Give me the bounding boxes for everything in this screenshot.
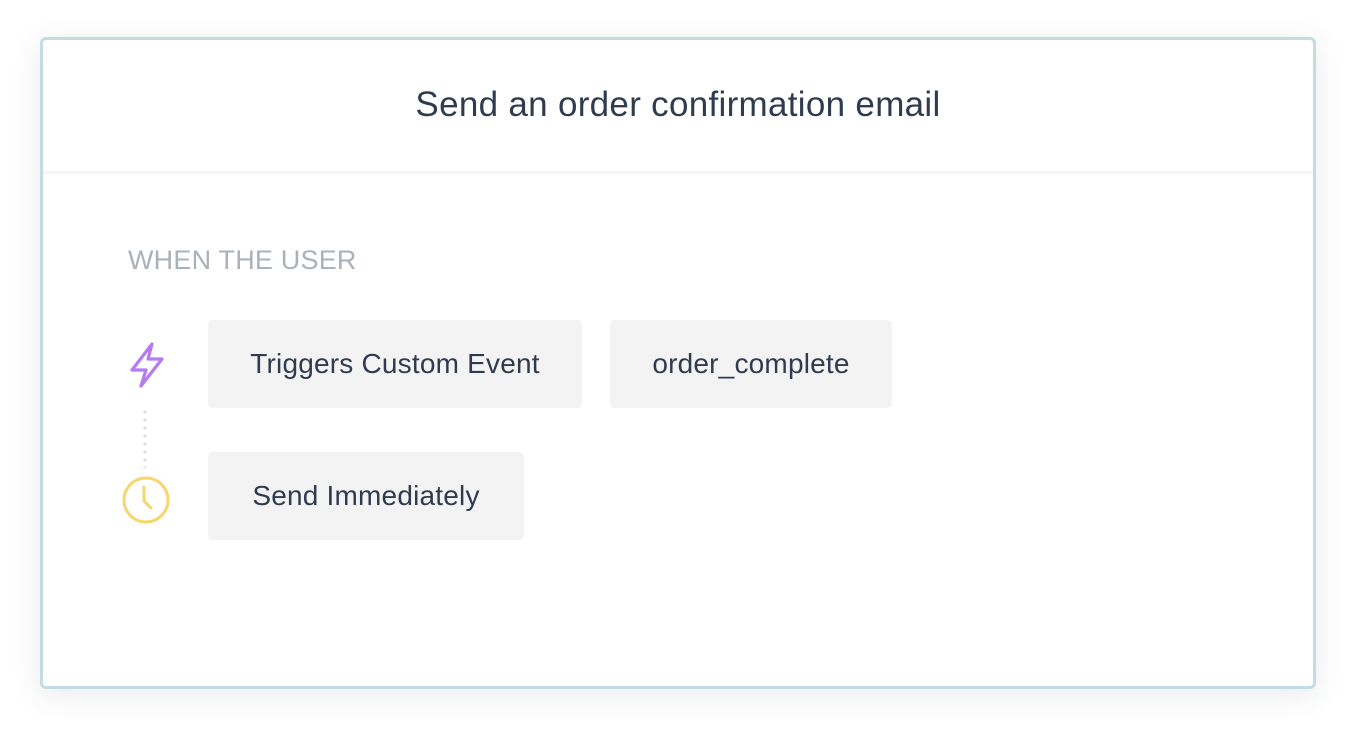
card-header: Send an order confirmation email bbox=[43, 40, 1313, 174]
trigger-type-button[interactable]: Triggers Custom Event bbox=[208, 320, 582, 408]
event-name-button[interactable]: order_complete bbox=[610, 320, 892, 408]
clock-icon bbox=[122, 476, 170, 524]
when-the-user-label: WHEN THE USER bbox=[128, 245, 357, 275]
send-timing-button[interactable]: Send Immediately bbox=[208, 452, 524, 540]
step-connector-line bbox=[143, 408, 147, 468]
card-title: Send an order confirmation email bbox=[415, 84, 941, 124]
lightning-bolt-icon bbox=[130, 342, 164, 388]
campaign-card: Send an order confirmation email WHEN TH… bbox=[40, 37, 1316, 689]
